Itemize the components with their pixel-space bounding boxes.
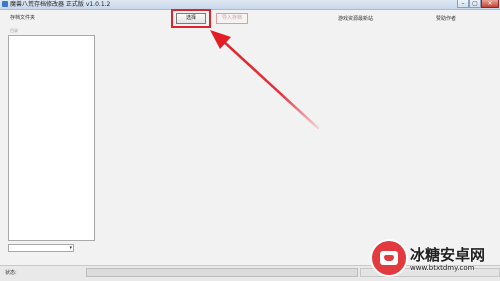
website-link[interactable]: 游戏资源最新站	[338, 15, 373, 22]
arrow-shaft	[220, 38, 320, 130]
app-window: 魔兽八荒存档修改器 正式版 v1.0.1.2 – ▢ ✕ 存档文件夹 选择 导入…	[0, 0, 500, 281]
import-save-button[interactable]: 导入存档	[216, 13, 248, 24]
minimize-button[interactable]: –	[457, 0, 469, 8]
status-label: 状态:	[5, 270, 17, 276]
watermark: 冰糖安卓网 www.btxtdmy.com	[372, 241, 498, 277]
save-dropdown[interactable]: ▾	[8, 244, 74, 252]
select-button[interactable]: 选择	[176, 13, 206, 24]
window-title: 魔兽八荒存档修改器 正式版 v1.0.1.2	[10, 1, 111, 8]
directory-caption: 目录	[10, 28, 18, 33]
close-button[interactable]: ✕	[481, 0, 499, 8]
arrow-head	[210, 30, 231, 49]
app-icon	[2, 1, 8, 7]
sponsor-author-link[interactable]: 赞助作者	[436, 15, 456, 22]
watermark-url: www.btxtdmy.com	[410, 264, 475, 272]
watermark-title: 冰糖安卓网	[410, 246, 486, 264]
save-folder-label: 存档文件夹	[10, 15, 36, 21]
chevron-down-icon: ▾	[69, 245, 72, 251]
status-progress-bar	[86, 268, 358, 277]
watermark-logo	[372, 241, 406, 275]
save-file-list[interactable]	[8, 35, 95, 241]
window-controls: – ▢ ✕	[457, 0, 499, 9]
title-bar: 魔兽八荒存档修改器 正式版 v1.0.1.2 – ▢ ✕	[0, 0, 500, 10]
maximize-button[interactable]: ▢	[469, 0, 481, 8]
